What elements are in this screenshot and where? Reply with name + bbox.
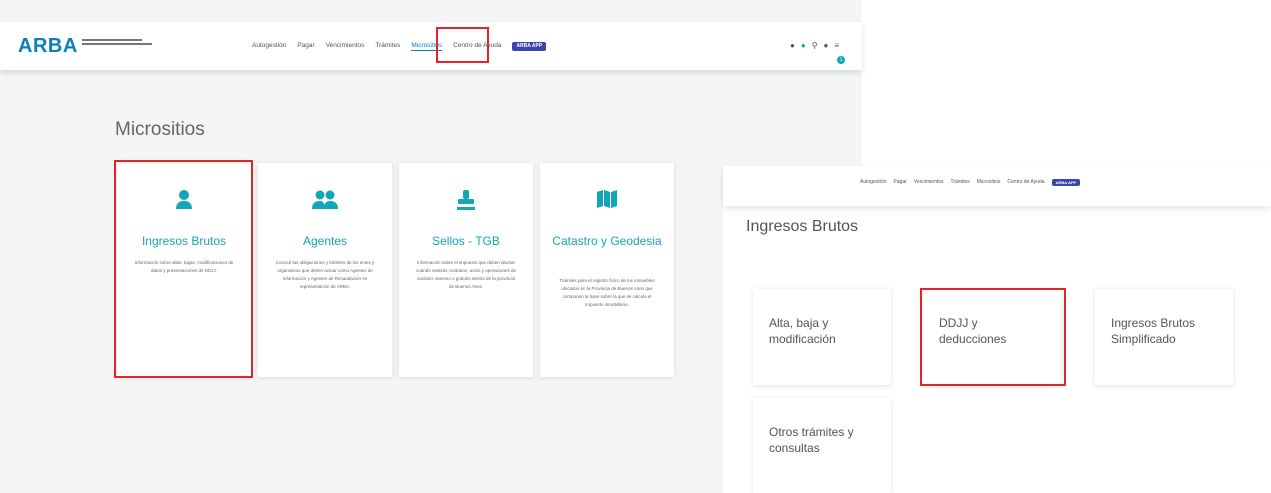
card-title: Agentes xyxy=(302,234,348,248)
card-title: Catastro y Geodesia xyxy=(552,234,662,248)
nav-item-autogestion[interactable]: Autogestión xyxy=(860,179,886,186)
nav-item-pagar[interactable]: Pagar xyxy=(297,42,314,51)
wheelchair-icon[interactable]: ● xyxy=(801,41,806,50)
card-agentes[interactable]: Agentes Conocé las obligaciones y trámit… xyxy=(258,163,392,377)
logo-subtitle xyxy=(82,39,152,45)
nav-item-centro-ayuda[interactable]: Centro de Ayuda xyxy=(1007,179,1044,186)
users-icon xyxy=(258,189,392,216)
map-icon xyxy=(540,189,674,214)
nav-badge-app[interactable]: ARBA APP xyxy=(512,42,547,51)
card-catastro-geodesia[interactable]: Catastro y Geodesia Trámites para el reg… xyxy=(540,163,674,377)
nav-item-tramites[interactable]: Trámites xyxy=(375,42,400,51)
user-icon[interactable]: ● xyxy=(824,41,829,50)
header-icons: ● ● ⚲ ● ≡ xyxy=(790,41,839,50)
main-nav: Autogestión Pagar Vencimientos Trámites … xyxy=(252,42,557,51)
location-icon[interactable]: ● xyxy=(790,41,795,50)
nav-item-tramites[interactable]: Trámites xyxy=(951,179,970,186)
highlight-ingresos-brutos xyxy=(114,160,253,378)
page-title: Micrositios xyxy=(115,119,205,140)
stamp-icon xyxy=(399,189,533,216)
nav-item-vencimientos[interactable]: Vencimientos xyxy=(326,42,365,51)
nav-badge-app[interactable]: ARBA APP xyxy=(1051,179,1081,186)
option-otros-tramites[interactable]: Otros trámites y consultas xyxy=(753,398,891,493)
arba-logo[interactable]: ARBA xyxy=(18,35,78,58)
option-alta-baja-modificacion[interactable]: Alta, baja y modificación xyxy=(753,289,891,385)
card-description: Información sobre el impuesto que deben … xyxy=(415,260,517,289)
top-header-right: Autogestión Pagar Vencimientos Trámites … xyxy=(723,166,1271,206)
card-title: Sellos - TGB xyxy=(432,234,500,248)
main-nav-right: Autogestión Pagar Vencimientos Trámites … xyxy=(860,179,1087,186)
nav-item-micrositios[interactable]: Micrositios xyxy=(977,179,1001,186)
card-description: Conocé las obligaciones y trámites de lo… xyxy=(275,260,375,289)
menu-icon[interactable]: ≡ xyxy=(834,41,839,50)
notification-badge: 1 xyxy=(837,56,845,64)
highlight-ddjj xyxy=(920,288,1066,386)
nav-item-autogestion[interactable]: Autogestión xyxy=(252,42,286,51)
option-ingresos-brutos-simplificado[interactable]: Ingresos Brutos Simplificado xyxy=(1095,289,1233,385)
card-sellos-tgb[interactable]: Sellos - TGB Información sobre el impues… xyxy=(399,163,533,377)
page-title-right: Ingresos Brutos xyxy=(746,218,859,235)
top-header: ARBA Autogestión Pagar Vencimientos Trám… xyxy=(0,22,862,70)
card-description: Trámites para el registro físico de los … xyxy=(559,278,655,307)
highlight-micrositios xyxy=(436,27,489,63)
search-icon[interactable]: ⚲ xyxy=(812,41,818,50)
nav-item-vencimientos[interactable]: Vencimientos xyxy=(914,179,944,186)
nav-item-pagar[interactable]: Pagar xyxy=(893,179,906,186)
